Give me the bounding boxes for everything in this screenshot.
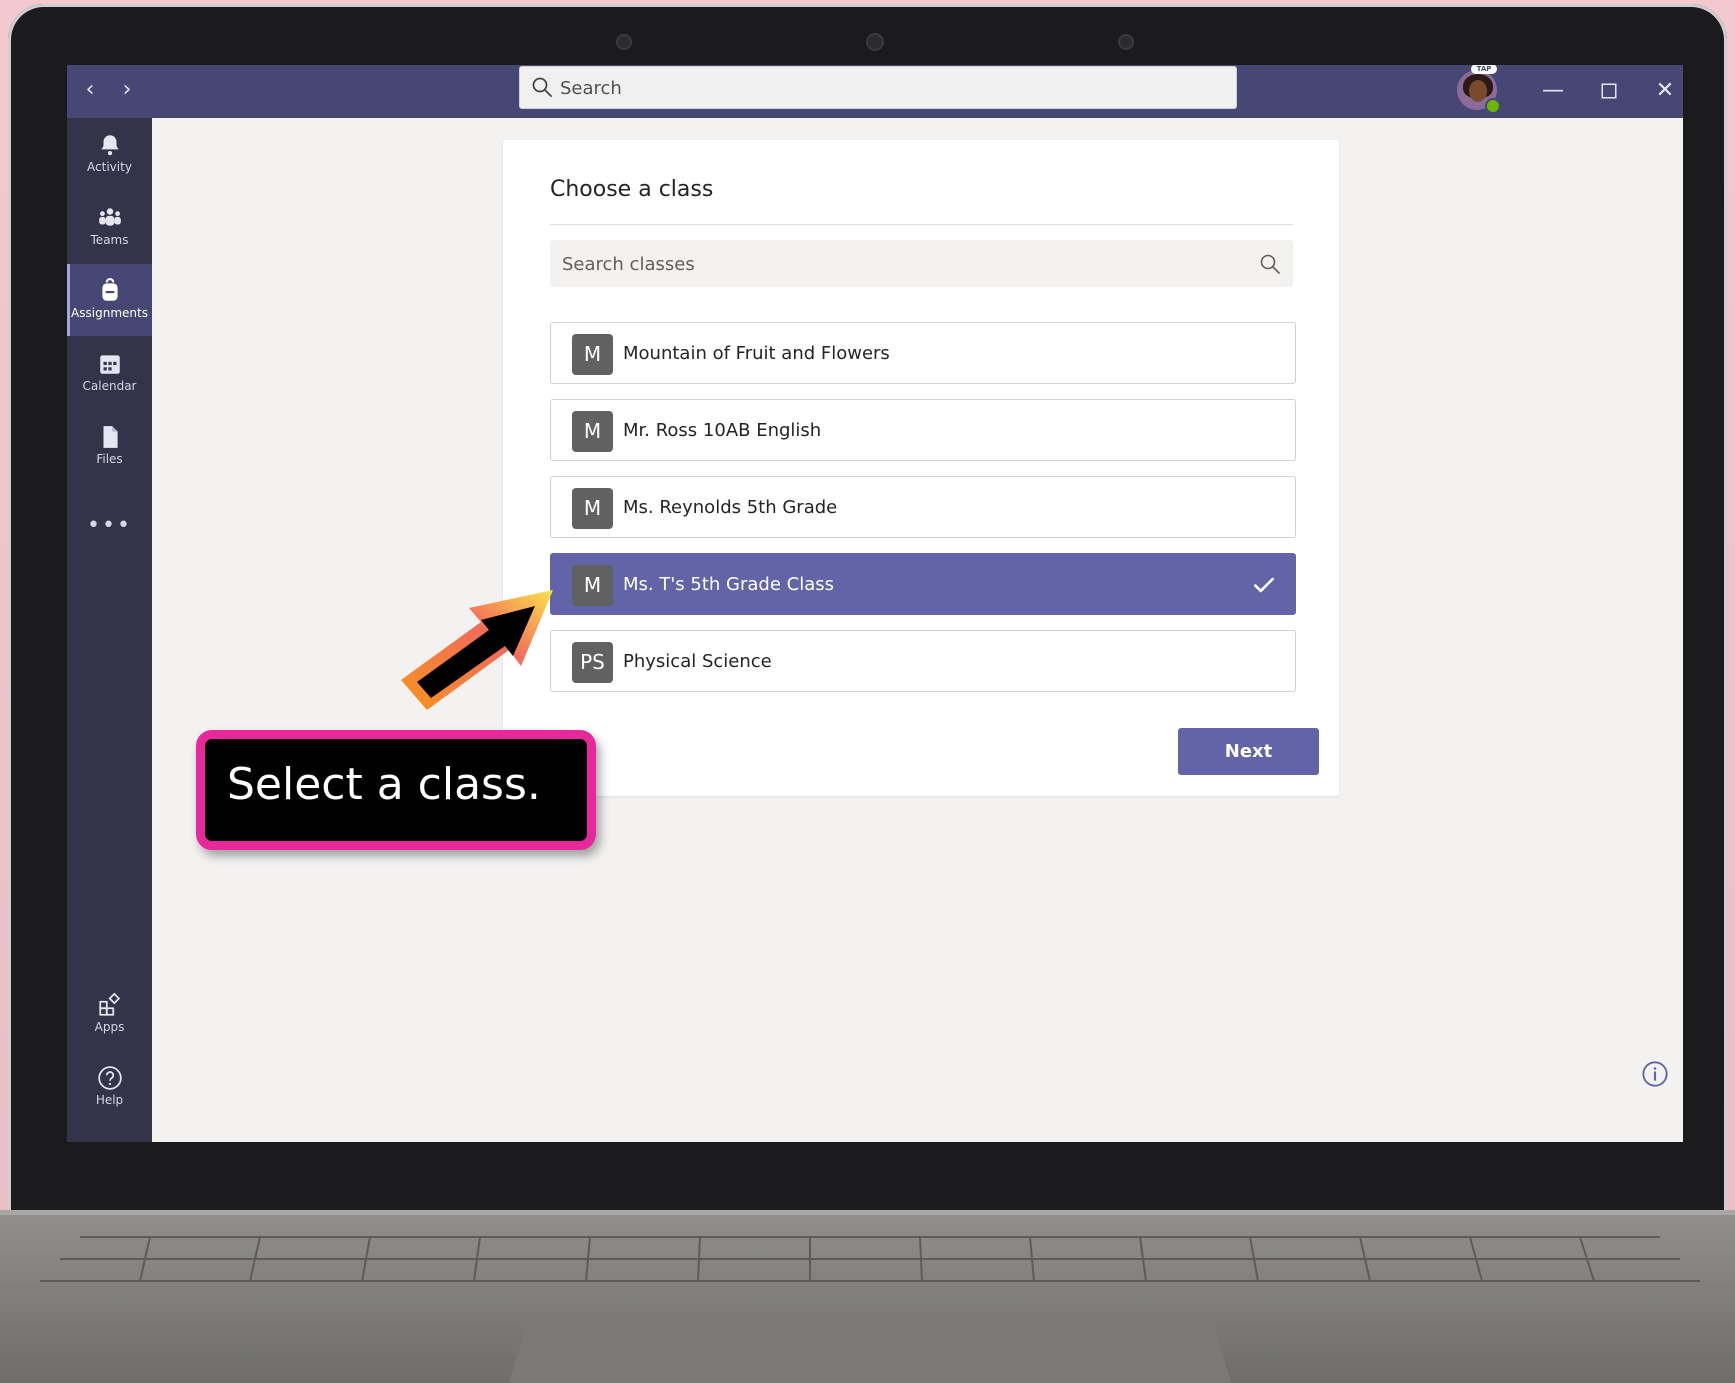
global-search[interactable]	[519, 66, 1237, 110]
camera-dot	[1118, 34, 1134, 50]
apps-icon	[98, 992, 120, 1016]
avatar[interactable]: TAP	[1457, 65, 1501, 114]
calendar-icon	[99, 355, 120, 374]
class-badge: M	[572, 334, 613, 375]
help-icon	[97, 1066, 122, 1090]
class-name: Mountain of Fruit and Flowers	[623, 343, 890, 364]
camera-dot	[616, 34, 632, 50]
rail-label: Assignments	[71, 306, 148, 320]
rail-item-assignments[interactable]: Assignments	[67, 264, 152, 336]
class-name: Physical Science	[623, 651, 772, 672]
class-item[interactable]: M Ms. Reynolds 5th Grade	[550, 476, 1296, 538]
class-item[interactable]: M Mr. Ross 10AB English	[550, 399, 1296, 461]
next-button[interactable]: Next	[1178, 728, 1319, 775]
back-arrow-icon[interactable]: ‹	[75, 75, 105, 105]
search-icon[interactable]	[1258, 252, 1282, 276]
bell-icon	[100, 135, 119, 156]
class-badge: PS	[572, 642, 613, 683]
teams-window: ‹ › TAP — ✕	[67, 65, 1683, 1142]
rail-item-activity[interactable]: Activity	[67, 118, 152, 190]
teams-icon	[98, 208, 121, 226]
rail-label: Teams	[90, 233, 129, 247]
file-icon	[103, 426, 118, 448]
class-item[interactable]: M Mountain of Fruit and Flowers	[550, 322, 1296, 384]
rail-label: Calendar	[82, 379, 137, 393]
trackpad	[509, 1313, 1231, 1383]
rail-label: Help	[95, 1093, 124, 1107]
rail-item-calendar[interactable]: Calendar	[67, 337, 152, 409]
status-available-icon	[1485, 98, 1501, 114]
class-badge: M	[572, 411, 613, 452]
tutorial-callout: Select a class.	[196, 730, 596, 850]
page-title: Choose a class	[550, 177, 714, 202]
rail-label: Activity	[87, 160, 132, 174]
choose-class-card: Choose a class M Mountain of Fruit and F…	[503, 140, 1339, 796]
class-name: Ms. T's 5th Grade Class	[623, 574, 834, 595]
divider	[550, 224, 1293, 225]
rail-item-help[interactable]: Help	[67, 1051, 152, 1123]
forward-arrow-icon[interactable]: ›	[112, 75, 142, 105]
keyboard	[40, 1236, 1700, 1282]
search-icon	[532, 77, 552, 97]
class-name: Mr. Ross 10AB English	[623, 420, 822, 441]
camera-lens	[866, 33, 884, 51]
class-badge: M	[572, 565, 613, 606]
rail-item-files[interactable]: Files	[67, 410, 152, 482]
class-item-selected[interactable]: M Ms. T's 5th Grade Class	[550, 553, 1296, 615]
pointer-arrow-icon	[401, 590, 553, 710]
avatar-tag: TAP	[1471, 65, 1497, 74]
more-apps-icon[interactable]: •••	[67, 513, 152, 538]
info-icon[interactable]	[1641, 1060, 1669, 1088]
global-search-input[interactable]	[558, 67, 1222, 110]
class-badge: M	[572, 488, 613, 529]
avatar-face	[1469, 80, 1487, 102]
maximize-icon[interactable]	[1591, 73, 1627, 109]
rail-item-apps[interactable]: Apps	[67, 978, 152, 1050]
app-rail: Activity Teams Assignments Calendar File…	[67, 118, 152, 1142]
class-search-input[interactable]	[560, 240, 1244, 289]
backpack-icon	[101, 278, 118, 301]
class-name: Ms. Reynolds 5th Grade	[623, 497, 838, 518]
laptop-lid: ‹ › TAP — ✕	[8, 4, 1727, 1234]
rail-label: Apps	[94, 1020, 125, 1034]
checkmark-icon	[1254, 577, 1274, 593]
rail-label: Files	[96, 452, 123, 466]
rail-item-teams[interactable]: Teams	[67, 191, 152, 263]
title-bar: ‹ › TAP — ✕	[67, 65, 1683, 118]
close-icon[interactable]: ✕	[1647, 73, 1683, 109]
class-item[interactable]: PS Physical Science	[550, 630, 1296, 692]
class-search[interactable]	[550, 240, 1293, 289]
minimize-icon[interactable]: —	[1535, 73, 1571, 109]
callout-text: Select a class.	[227, 759, 541, 810]
